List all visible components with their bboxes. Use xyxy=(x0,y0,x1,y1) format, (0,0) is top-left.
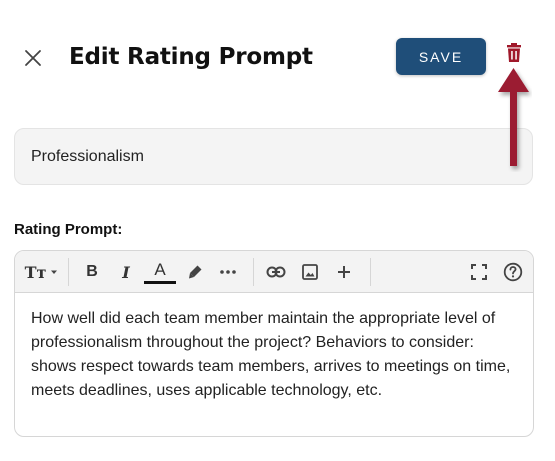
more-icon xyxy=(220,270,236,274)
insert-button[interactable] xyxy=(331,259,357,285)
page-title: Edit Rating Prompt xyxy=(69,44,313,70)
help-icon xyxy=(503,262,523,282)
insert-icon xyxy=(338,266,350,278)
highlight-icon xyxy=(189,265,202,279)
font-color-icon: A xyxy=(154,259,166,279)
link-icon xyxy=(266,266,286,278)
delete-button[interactable] xyxy=(502,41,526,65)
prompt-text-area[interactable]: How well did each team member maintain t… xyxy=(31,307,517,403)
editor-toolbar: Tт B I A xyxy=(15,251,533,293)
italic-button[interactable]: I xyxy=(113,259,139,285)
close-button[interactable] xyxy=(20,45,46,71)
link-button[interactable] xyxy=(263,259,289,285)
close-icon xyxy=(25,50,41,66)
prompt-name-field[interactable] xyxy=(14,128,533,185)
text-size-icon: Tт xyxy=(24,262,47,282)
bold-button[interactable]: B xyxy=(79,259,105,285)
save-button[interactable]: SAVE xyxy=(396,38,486,75)
more-button[interactable] xyxy=(215,259,241,285)
image-icon xyxy=(302,264,318,280)
rich-text-editor: Tт B I A How well did each team member m… xyxy=(14,250,534,437)
rating-prompt-label: Rating Prompt: xyxy=(14,221,123,238)
bold-icon: B xyxy=(86,263,98,280)
trash-icon xyxy=(507,43,521,62)
fullscreen-icon xyxy=(471,264,487,280)
highlight-button[interactable] xyxy=(182,259,208,285)
chevron-down-icon xyxy=(51,270,58,274)
fullscreen-button[interactable] xyxy=(466,259,492,285)
help-button[interactable] xyxy=(500,259,526,285)
italic-icon: I xyxy=(122,262,130,282)
font-color-bar xyxy=(144,280,176,284)
image-button[interactable] xyxy=(297,259,323,285)
text-size-button[interactable]: Tт xyxy=(23,259,61,285)
font-color-button[interactable]: A xyxy=(143,259,177,285)
